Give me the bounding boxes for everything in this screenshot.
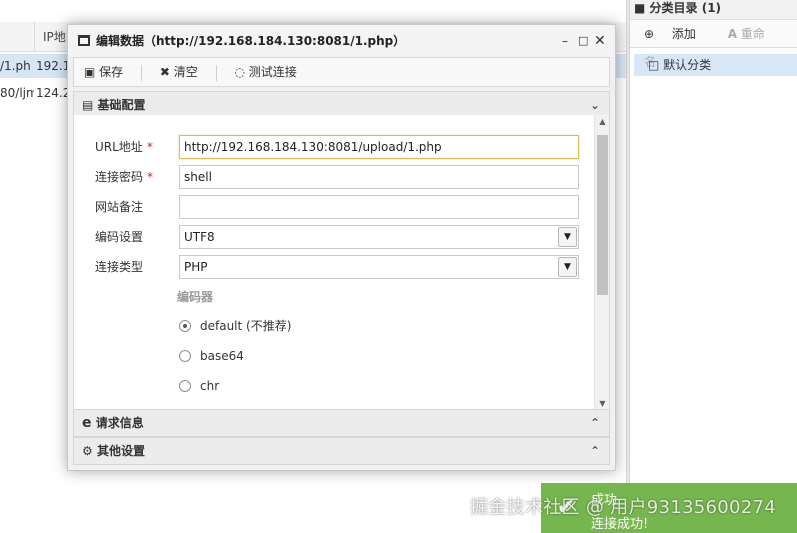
category-item-label: 默认分类 [663,58,712,72]
ie-icon: e [82,415,92,431]
type-label: 连接类型 [95,260,144,274]
folder-outline-icon: □ [648,58,660,72]
required-marker: * [147,170,154,184]
folder-icon: ■ [634,1,646,15]
note-label: 网站备注 [95,200,144,214]
section-request-title: 请求信息 [95,416,144,430]
dialog-title: 编辑数据（http://192.168.184.130:8081/1.php） [96,34,406,48]
dialog-titlebar[interactable]: 编辑数据（http://192.168.184.130:8081/1.php） … [68,25,615,57]
chevron-up-icon: ⌃ [589,444,600,458]
category-panel: ■ 分类目录 (1) ⊕ 添加 A 重命名 □ 默认分类 [630,0,797,533]
password-field[interactable]: shell [179,165,579,189]
x-icon: ✖ [159,65,170,79]
vertical-scrollbar[interactable]: ▲ ▼ [594,115,609,410]
cell-url: 80/ljm [0,86,34,100]
encoder-option-chr[interactable]: chr [179,376,219,396]
chevron-down-icon: ▼ [558,227,577,247]
radio-button[interactable] [179,380,191,392]
encoder-option-label: default (不推荐) [200,319,292,333]
window-icon [78,35,90,46]
chevron-down-icon: ▼ [558,257,577,277]
required-marker: * [146,140,153,154]
url-label: URL地址 * [95,135,153,159]
gears-icon: ⚙ [82,444,93,458]
category-panel-header: ■ 分类目录 (1) [630,0,797,20]
test-connection-button[interactable]: ◌ 测试连接 [234,58,296,86]
toolbar-divider [215,64,217,81]
basic-config-body: URL地址 * http://192.168.184.130:8081/uploa… [73,115,610,411]
maximize-icon[interactable]: □ [578,25,588,57]
chevron-up-icon: ⌃ [589,416,600,430]
scrollbar-thumb[interactable] [597,135,608,295]
password-label: 连接密码 * [95,165,153,189]
radio-button-checked[interactable] [179,320,191,332]
password-label-text: 连接密码 [95,170,144,184]
cell-ip: 124.2 [36,86,71,100]
type-select[interactable]: PHP ▼ [179,255,579,279]
add-category-label: 添加 [671,27,696,41]
encoding-select[interactable]: UTF8 ▼ [179,225,579,249]
font-icon: A [727,27,738,41]
encoding-value: UTF8 [184,230,215,244]
test-connection-label: 测试连接 [248,65,297,79]
encoder-option-default[interactable]: default (不推荐) [179,316,291,336]
section-basic-title: 基础配置 [97,98,146,112]
encoder-label: 编码器 [177,290,214,304]
watermark: 掘金技术社区 @ 用户93135600274 [470,497,777,518]
scroll-up-icon[interactable]: ▲ [595,115,609,129]
save-button[interactable]: ▣ 保存 [84,58,123,86]
column-header-ip[interactable]: IP地 [34,22,66,52]
section-other-title: 其他设置 [96,444,145,458]
clear-label: 清空 [173,65,198,79]
plus-circle-icon: ⊕ [644,27,655,41]
floppy-icon: ▣ [84,65,96,79]
minimize-icon[interactable]: – [562,25,568,57]
category-panel-title: 分类目录 (1) [649,1,722,15]
encoding-label: 编码设置 [95,230,144,244]
save-label: 保存 [99,65,124,79]
dialog-toolbar: ▣ 保存 ✖ 清空 ◌ 测试连接 [73,57,610,87]
encoder-option-base64[interactable]: base64 [179,346,244,366]
url-field[interactable]: http://192.168.184.130:8081/upload/1.php [179,135,579,159]
file-icon: ▤ [82,98,94,112]
url-label-text: URL地址 [95,140,143,154]
section-other-header[interactable]: ⚙ 其他设置 ⌃ [73,437,610,465]
category-toolbar: ⊕ 添加 A 重命名 [630,20,797,69]
toolbar-divider [141,64,143,81]
radio-button[interactable] [179,350,191,362]
close-icon[interactable]: ✕ [594,25,606,57]
edit-data-dialog: 编辑数据（http://192.168.184.130:8081/1.php） … [67,24,616,471]
add-category-button[interactable]: ⊕ 添加 [644,27,710,41]
category-item-default[interactable]: □ 默认分类 [634,54,797,76]
section-request-header[interactable]: e 请求信息 ⌃ [73,409,610,437]
note-field[interactable] [179,195,579,219]
cell-url: /1.ph [0,59,31,73]
encoder-option-label: base64 [200,349,244,363]
type-value: PHP [184,260,208,274]
clear-button[interactable]: ✖ 清空 [160,58,198,86]
cell-ip: 192.1 [36,59,71,73]
spinner-icon: ◌ [234,65,245,79]
encoder-option-label: chr [200,379,220,393]
